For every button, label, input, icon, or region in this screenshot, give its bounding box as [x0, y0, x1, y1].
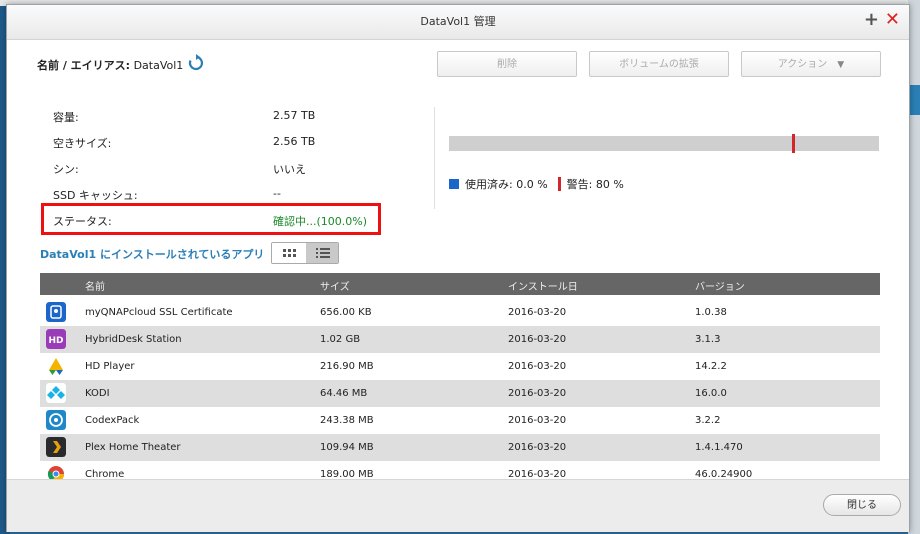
app-name: KODI: [85, 388, 110, 399]
table-header: 名前 サイズ インストール日 バージョン: [40, 273, 880, 295]
app-size: 64.46 MB: [320, 388, 368, 399]
column-header-size[interactable]: サイズ: [320, 278, 350, 293]
app-install-date: 2016-03-20: [508, 442, 567, 453]
app-name: HybridDesk Station: [85, 334, 182, 345]
grid-view-button[interactable]: [272, 243, 306, 263]
list-view-button[interactable]: [306, 243, 338, 263]
app-version: 3.1.3: [695, 334, 721, 345]
table-row[interactable]: myQNAPcloud SSL Certificate 656.00 KB 20…: [40, 299, 880, 326]
info-label: 空きサイズ:: [53, 137, 112, 150]
info-value: 2.57 TB: [273, 109, 316, 122]
app-version: 1.0.38: [695, 307, 727, 318]
divider: [434, 107, 435, 209]
app-install-date: 2016-03-20: [508, 307, 567, 318]
codexpack-icon: [46, 410, 66, 430]
usage-legend: 使用済み: 0.0 % 警告: 80 %: [449, 176, 624, 192]
app-size: 216.90 MB: [320, 361, 374, 372]
table-row[interactable]: HD Player 216.90 MB 2016-03-20 14.2.2: [40, 353, 880, 380]
dialog-footer: [7, 479, 909, 532]
app-size: 1.02 GB: [320, 334, 361, 345]
volume-management-dialog: DataVol1 管理 + ✕ 名前 / エイリアス: DataVol1 削除 …: [6, 4, 910, 532]
name-alias-label: 名前 / エイリアス:: [37, 59, 131, 72]
hd-player-icon: [46, 356, 66, 376]
refresh-icon[interactable]: [187, 54, 205, 72]
svg-text:HD: HD: [48, 336, 63, 346]
close-button[interactable]: 閉じる: [823, 494, 901, 516]
app-size: 656.00 KB: [320, 307, 372, 318]
chevron-down-icon: ▼: [837, 60, 845, 70]
info-row-capacity: 容量: 2.57 TB: [53, 109, 373, 127]
list-view-icon: [316, 248, 330, 258]
table-row[interactable]: Plex Home Theater 109.94 MB 2016-03-20 1…: [40, 434, 880, 461]
dialog-titlebar: DataVol1 管理 + ✕: [7, 5, 909, 40]
app-install-date: 2016-03-20: [508, 334, 567, 345]
view-toggle: [271, 242, 339, 264]
used-legend-swatch: [449, 179, 459, 189]
column-header-version[interactable]: バージョン: [695, 278, 745, 293]
info-value: いいえ: [273, 163, 306, 176]
app-name: HD Player: [85, 361, 135, 372]
app-size: 243.38 MB: [320, 415, 374, 426]
column-header-install-date[interactable]: インストール日: [508, 278, 578, 293]
warning-legend-swatch: [557, 177, 561, 191]
installed-apps-table: 名前 サイズ インストール日 バージョン myQNAPcloud SSL Cer…: [40, 273, 880, 481]
delete-button[interactable]: 削除: [437, 51, 577, 77]
column-header-name[interactable]: 名前: [85, 278, 105, 293]
action-dropdown-button[interactable]: アクション ▼: [741, 51, 881, 77]
dialog-title: DataVol1 管理: [420, 15, 496, 28]
volume-name-bar: 名前 / エイリアス: DataVol1: [37, 57, 183, 73]
close-icon[interactable]: ✕: [885, 8, 900, 32]
volume-name-value: DataVol1: [133, 59, 184, 72]
used-legend-label: 使用済み: 0.0 %: [465, 178, 548, 191]
maximize-plus-icon[interactable]: +: [864, 8, 879, 32]
info-value: 2.56 TB: [273, 135, 316, 148]
app-version: 3.2.2: [695, 415, 721, 426]
table-row[interactable]: KODI 64.46 MB 2016-03-20 16.0.0: [40, 380, 880, 407]
action-label: アクション: [777, 59, 828, 70]
status-highlight-box: [41, 203, 381, 235]
app-size: 109.94 MB: [320, 442, 374, 453]
app-version: 16.0.0: [695, 388, 727, 399]
app-version: 14.2.2: [695, 361, 727, 372]
hybriddesk-icon: HD: [46, 329, 66, 349]
info-value: --: [273, 187, 281, 200]
ssl-certificate-icon: [46, 302, 66, 322]
app-name: Plex Home Theater: [85, 442, 181, 453]
expand-volume-button[interactable]: ボリュームの拡張: [589, 51, 729, 77]
table-row[interactable]: Chrome 189.00 MB 2016-03-20 46.0.24900: [40, 461, 880, 481]
app-install-date: 2016-03-20: [508, 361, 567, 372]
table-row[interactable]: CodexPack 243.38 MB 2016-03-20 3.2.2: [40, 407, 880, 434]
info-row-free-size: 空きサイズ: 2.56 TB: [53, 135, 373, 153]
kodi-icon: [46, 383, 66, 403]
warning-threshold-marker: [792, 134, 795, 153]
warning-legend-label: 警告: 80 %: [566, 178, 624, 191]
usage-bar: [449, 134, 879, 153]
app-name: myQNAPcloud SSL Certificate: [85, 307, 233, 318]
app-version: 1.4.1.470: [695, 442, 743, 453]
plex-icon: [46, 437, 66, 457]
installed-apps-title: DataVol1 にインストールされているアプリ: [40, 248, 265, 261]
info-label: シン:: [53, 163, 79, 176]
info-label: 容量:: [53, 111, 79, 124]
grid-view-icon: [283, 249, 296, 257]
info-row-thin: シン: いいえ: [53, 161, 373, 179]
table-row[interactable]: HD HybridDesk Station 1.02 GB 2016-03-20…: [40, 326, 880, 353]
app-name: CodexPack: [85, 415, 140, 426]
app-install-date: 2016-03-20: [508, 415, 567, 426]
info-label: SSD キャッシュ:: [53, 189, 138, 202]
app-install-date: 2016-03-20: [508, 388, 567, 399]
